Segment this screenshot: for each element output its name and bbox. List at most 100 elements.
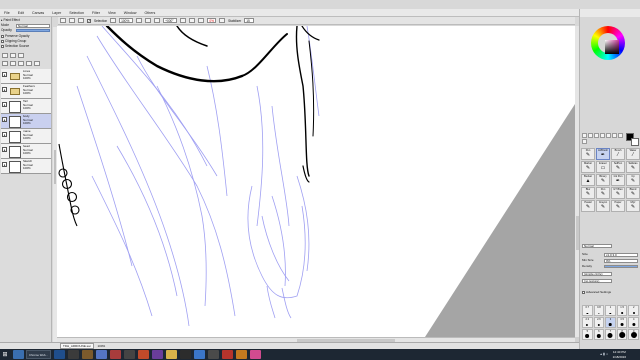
layer-panel-scroll-thumb[interactable]: [54, 150, 56, 184]
visibility-eye-icon[interactable]: ●: [2, 102, 7, 107]
brush-size-cell[interactable]: 3: [605, 317, 616, 328]
app-icon[interactable]: [193, 350, 205, 359]
brush-size-cell[interactable]: 2.6: [593, 317, 605, 328]
menu-edit[interactable]: Edit: [14, 11, 28, 15]
hand-tool-icon[interactable]: [618, 133, 623, 138]
move-tool-icon[interactable]: [600, 133, 605, 138]
app-icon[interactable]: [67, 350, 79, 359]
tool-ink-pen[interactable]: Ink Pen ✒: [611, 174, 625, 186]
app-icon[interactable]: [207, 350, 219, 359]
tool-marker[interactable]: Marker ✎: [581, 161, 595, 173]
visibility-eye-icon[interactable]: ●: [2, 147, 7, 152]
background-color-swatch[interactable]: [631, 138, 639, 146]
tool-seleras[interactable]: SelEras ✎: [626, 161, 640, 173]
app-icon[interactable]: [95, 350, 107, 359]
invert-selection-button[interactable]: [69, 18, 75, 23]
delete-layer-button[interactable]: [34, 61, 40, 66]
app-icon[interactable]: [109, 350, 121, 359]
tool-airbrush[interactable]: AirBrush ✒: [596, 148, 610, 160]
merge-visible-button[interactable]: [26, 61, 32, 66]
visibility-eye-icon[interactable]: ●: [2, 72, 7, 77]
clear-layer-button[interactable]: [18, 61, 24, 66]
color-wheel[interactable]: [591, 26, 625, 60]
merge-down-button[interactable]: [10, 61, 16, 66]
clipping-group-checkbox[interactable]: [1, 39, 4, 43]
mode-select[interactable]: Normal: [16, 23, 50, 28]
drawing-canvas[interactable]: [57, 26, 575, 337]
new-layer-button[interactable]: [2, 53, 8, 58]
show-selection-button[interactable]: [78, 18, 84, 23]
chrome-taskbar-tab[interactable]: Chrome Web...: [26, 350, 51, 359]
reset-zoom-button[interactable]: [145, 18, 152, 23]
menu-view[interactable]: View: [104, 11, 120, 15]
eyedropper-icon[interactable]: [582, 139, 587, 144]
layer-item-lines[interactable]: ● Lines Normal 100%: [1, 69, 51, 84]
advanced-settings-row[interactable]: Advanced Settings: [582, 290, 639, 295]
reset-rotation-button[interactable]: [189, 18, 196, 23]
brush-size-cell[interactable]: 4: [628, 317, 639, 328]
brush-size-cell[interactable]: 8: [616, 329, 628, 340]
tool-binary[interactable]: Binary ✎: [596, 174, 610, 186]
angle-field[interactable]: +000°: [163, 18, 178, 23]
brush-size-cell[interactable]: 2.3: [582, 317, 593, 328]
tool-brush[interactable]: Brush ⁄: [611, 148, 625, 160]
tool-pen[interactable]: Pen ✎: [581, 148, 595, 160]
layer-item-mane[interactable]: ● mane Normal 100%: [1, 129, 51, 144]
clock[interactable]: 12:40 PM 1/18/2016: [613, 350, 626, 359]
tool-blend[interactable]: Blend ✎: [626, 187, 640, 199]
menu-filter[interactable]: Filter: [88, 11, 104, 15]
new-folder-button[interactable]: [18, 53, 24, 58]
brush-size-cell[interactable]: 3.5: [616, 317, 628, 328]
tool-pen-2[interactable]: Pen ✎: [596, 187, 610, 199]
app-icon[interactable]: [179, 350, 191, 359]
rotate-right-button[interactable]: [180, 18, 187, 23]
deselect-button[interactable]: [60, 18, 66, 23]
system-tray[interactable]: ▴ ▮ ◖: [600, 352, 608, 356]
app-icon[interactable]: [249, 350, 261, 359]
selection-tool-icon[interactable]: [582, 133, 587, 138]
opacity-slider[interactable]: [16, 29, 50, 32]
app-icon[interactable]: [165, 350, 177, 359]
lasso-tool-icon[interactable]: [588, 133, 593, 138]
brush-size-cell[interactable]: 2: [628, 305, 639, 316]
zoom-out-button[interactable]: [110, 18, 117, 23]
blend-mode-select[interactable]: Normal: [582, 243, 612, 248]
brush-size-cell[interactable]: 7: [605, 329, 616, 340]
visibility-eye-icon[interactable]: ●: [2, 117, 7, 122]
layer-item-feathers[interactable]: ● Feathers Normal 100%: [1, 84, 51, 99]
app-icon[interactable]: [123, 350, 135, 359]
tool-mlyr[interactable]: Mlyr ✎: [626, 200, 640, 212]
selection-source-row[interactable]: Selection Source: [1, 44, 51, 49]
tool-selpen[interactable]: SelPen ✎: [611, 161, 625, 173]
zoom-tool-icon[interactable]: [606, 133, 611, 138]
zoom-in-button[interactable]: [136, 18, 143, 23]
tool-crayon[interactable]: Crayon ✎: [596, 200, 610, 212]
visibility-eye-icon[interactable]: ●: [2, 132, 7, 137]
copy-layer-button[interactable]: [2, 61, 8, 66]
menu-selection[interactable]: Selection: [65, 11, 88, 15]
menu-canvas[interactable]: Canvas: [28, 11, 48, 15]
tool-eraser[interactable]: Eraser ▭: [596, 161, 610, 173]
brush-size-cell[interactable]: 0.8: [593, 305, 605, 316]
brush-size-cell[interactable]: 0.7: [582, 305, 593, 316]
app-icon[interactable]: [151, 350, 163, 359]
brush-size-cell[interactable]: 1.5: [616, 305, 628, 316]
app-icon[interactable]: [221, 350, 233, 359]
app-icon[interactable]: [137, 350, 149, 359]
brush-size-cell[interactable]: 5: [582, 329, 593, 340]
visibility-eye-icon[interactable]: ●: [2, 87, 7, 92]
stabilizer-select[interactable]: 15: [244, 18, 255, 23]
photoshop-icon[interactable]: [53, 350, 65, 359]
red-value-field[interactable]: 0%: [207, 18, 217, 23]
size-field[interactable]: x1.0 3.0: [604, 252, 638, 257]
zoom-field[interactable]: 100%: [119, 18, 134, 23]
tool-paper[interactable]: Paper ✎: [611, 200, 625, 212]
layer-item-body[interactable]: ● body Normal 100%: [1, 114, 51, 129]
brush-size-cell[interactable]: 1: [605, 305, 616, 316]
magic-wand-icon[interactable]: [594, 133, 599, 138]
selection-checkbox[interactable]: ✓: [87, 18, 91, 23]
brush-texture-select[interactable]: (no texture): [582, 278, 612, 283]
menu-window[interactable]: Window: [120, 11, 141, 15]
brush-size-cell[interactable]: 9: [628, 329, 639, 340]
tool-gt-blen[interactable]: GT Blen ✎: [611, 187, 625, 199]
